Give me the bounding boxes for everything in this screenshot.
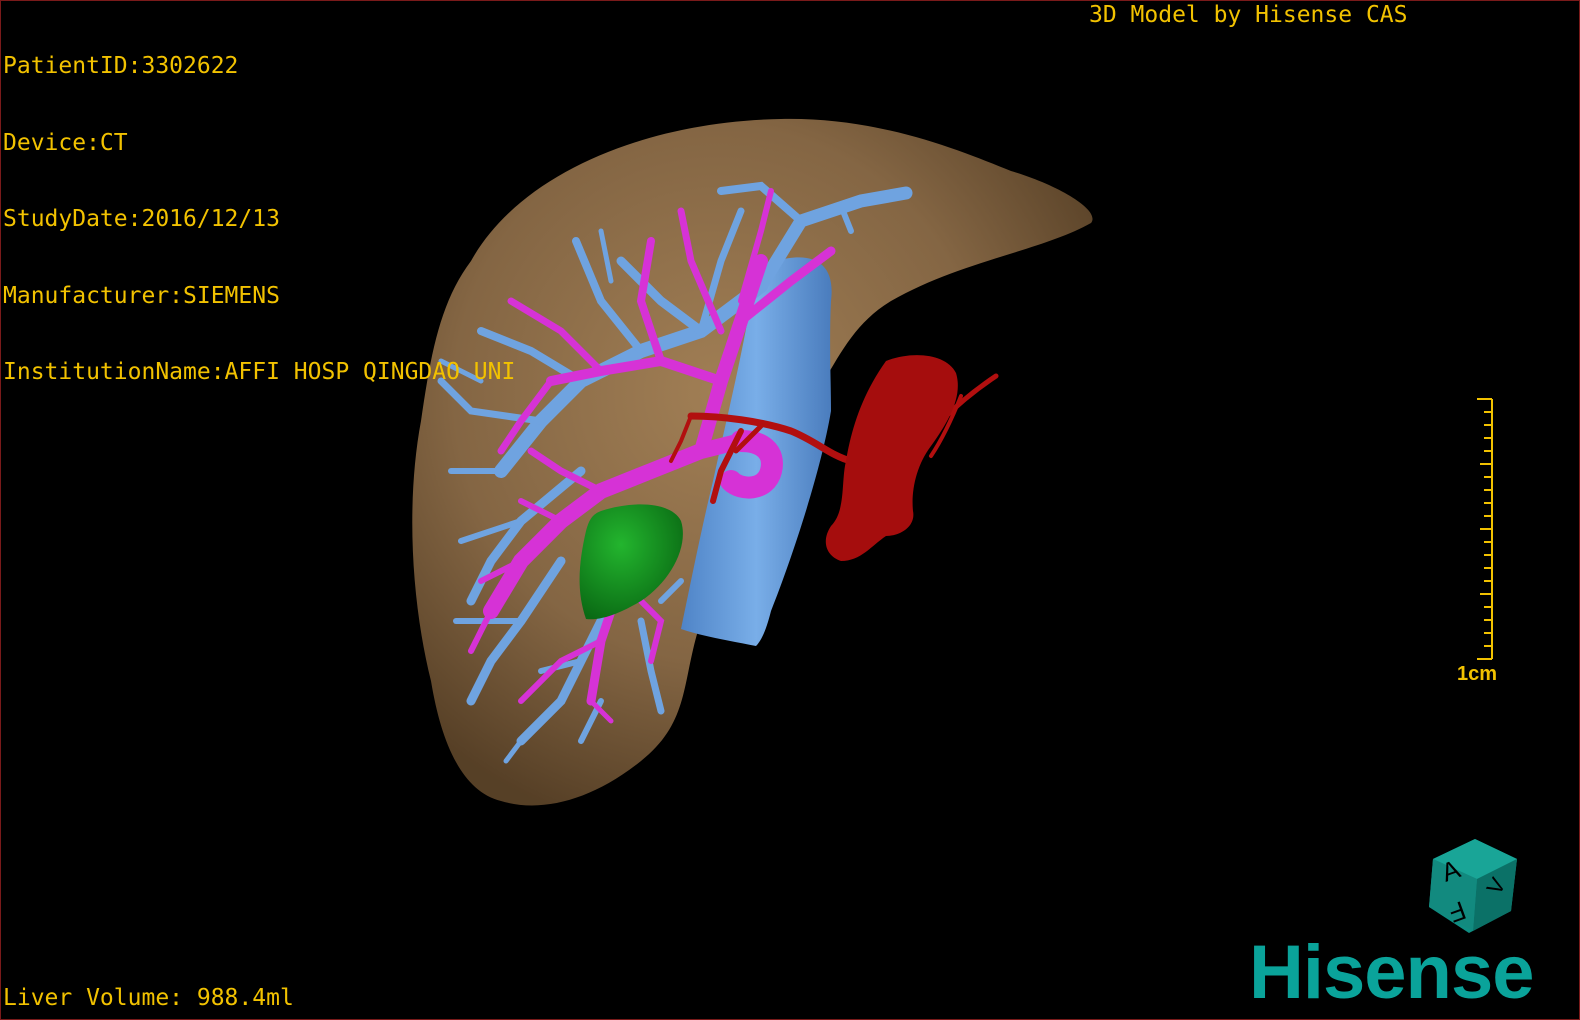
study-date: StudyDate:2016/12/13: [3, 206, 280, 232]
scale-bar: [1477, 398, 1493, 660]
manufacturer: Manufacturer:SIEMENS: [3, 282, 280, 309]
3d-viewport[interactable]: PatientID:3302622 Device:CT StudyDate:20…: [0, 0, 1580, 1020]
hisense-logo: Hisense: [1249, 933, 1534, 1013]
device: Device:CT: [3, 129, 128, 156]
institution-name: InstitutionName:AFFI HOSP QINGDAO UNI: [3, 359, 516, 385]
patient-id: PatientID:3302622: [3, 53, 239, 79]
orientation-cube-icon[interactable]: A F V: [1425, 837, 1525, 937]
liver-volume: Liver Volume: 988.4ml: [3, 985, 294, 1011]
model-title: 3D Model by Hisense CAS: [1089, 2, 1408, 28]
scale-label: 1cm: [1457, 663, 1498, 685]
study-info: PatientID:3302622 Device:CT StudyDate:20…: [3, 3, 515, 437]
brand-name: Hisense: [1249, 930, 1534, 1015]
